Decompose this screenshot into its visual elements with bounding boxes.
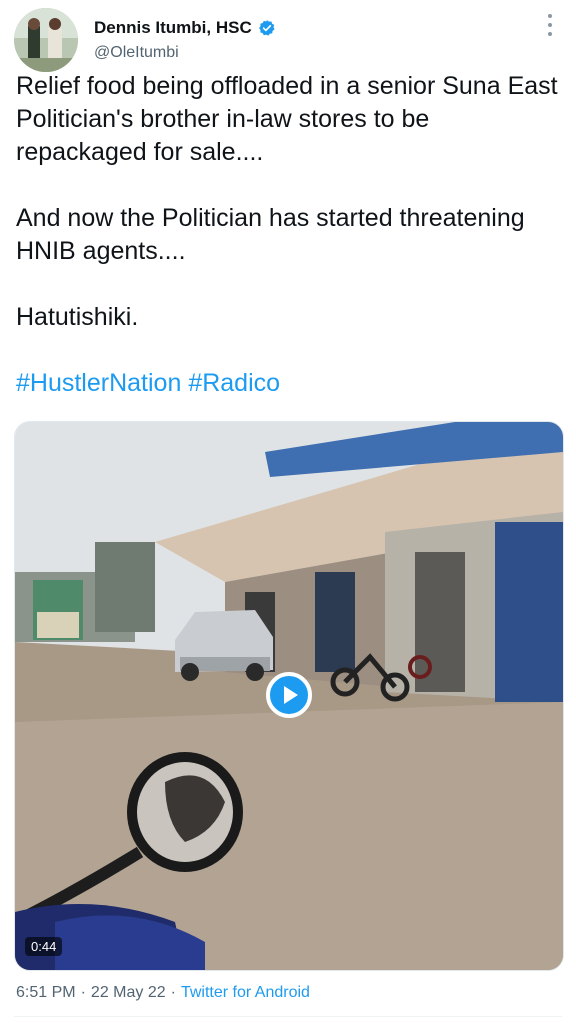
- author-handle[interactable]: @OleItumbi: [94, 44, 179, 62]
- tweet-source-link[interactable]: Twitter for Android: [181, 984, 310, 1002]
- tweet-date[interactable]: 22 May 22: [91, 984, 166, 1002]
- tweet-meta: 6:51 PM · 22 May 22 · Twitter for Androi…: [16, 984, 310, 1002]
- more-options-icon[interactable]: [546, 14, 554, 36]
- meta-separator: ·: [170, 984, 176, 1001]
- video-player[interactable]: 0:44: [14, 421, 564, 971]
- meta-separator: ·: [80, 984, 86, 1001]
- name-row: Dennis Itumbi, HSC: [94, 18, 276, 38]
- play-button-icon[interactable]: [266, 672, 312, 718]
- verified-badge-icon: [258, 20, 275, 36]
- hashtags-line: #HustlerNation #Radico: [16, 367, 564, 400]
- tweet-paragraph-2: And now the Politician has started threa…: [16, 204, 525, 265]
- hashtag-hustlernation[interactable]: #HustlerNation: [16, 369, 181, 397]
- video-duration: 0:44: [25, 937, 63, 956]
- tweet-time[interactable]: 6:51 PM: [16, 984, 76, 1002]
- avatar[interactable]: [14, 8, 78, 72]
- tweet-paragraph-1: Relief food being offloaded in a senior …: [16, 72, 558, 166]
- avatar-photo: [14, 8, 78, 72]
- divider: [14, 1016, 562, 1017]
- tweet-paragraph-3: Hatutishiki.: [16, 303, 139, 331]
- tweet-header: Dennis Itumbi, HSC @OleItumbi: [14, 8, 562, 72]
- author-display-name[interactable]: Dennis Itumbi, HSC: [94, 18, 252, 38]
- tweet-body: Relief food being offloaded in a senior …: [16, 70, 564, 400]
- hashtag-radico[interactable]: #Radico: [188, 369, 280, 397]
